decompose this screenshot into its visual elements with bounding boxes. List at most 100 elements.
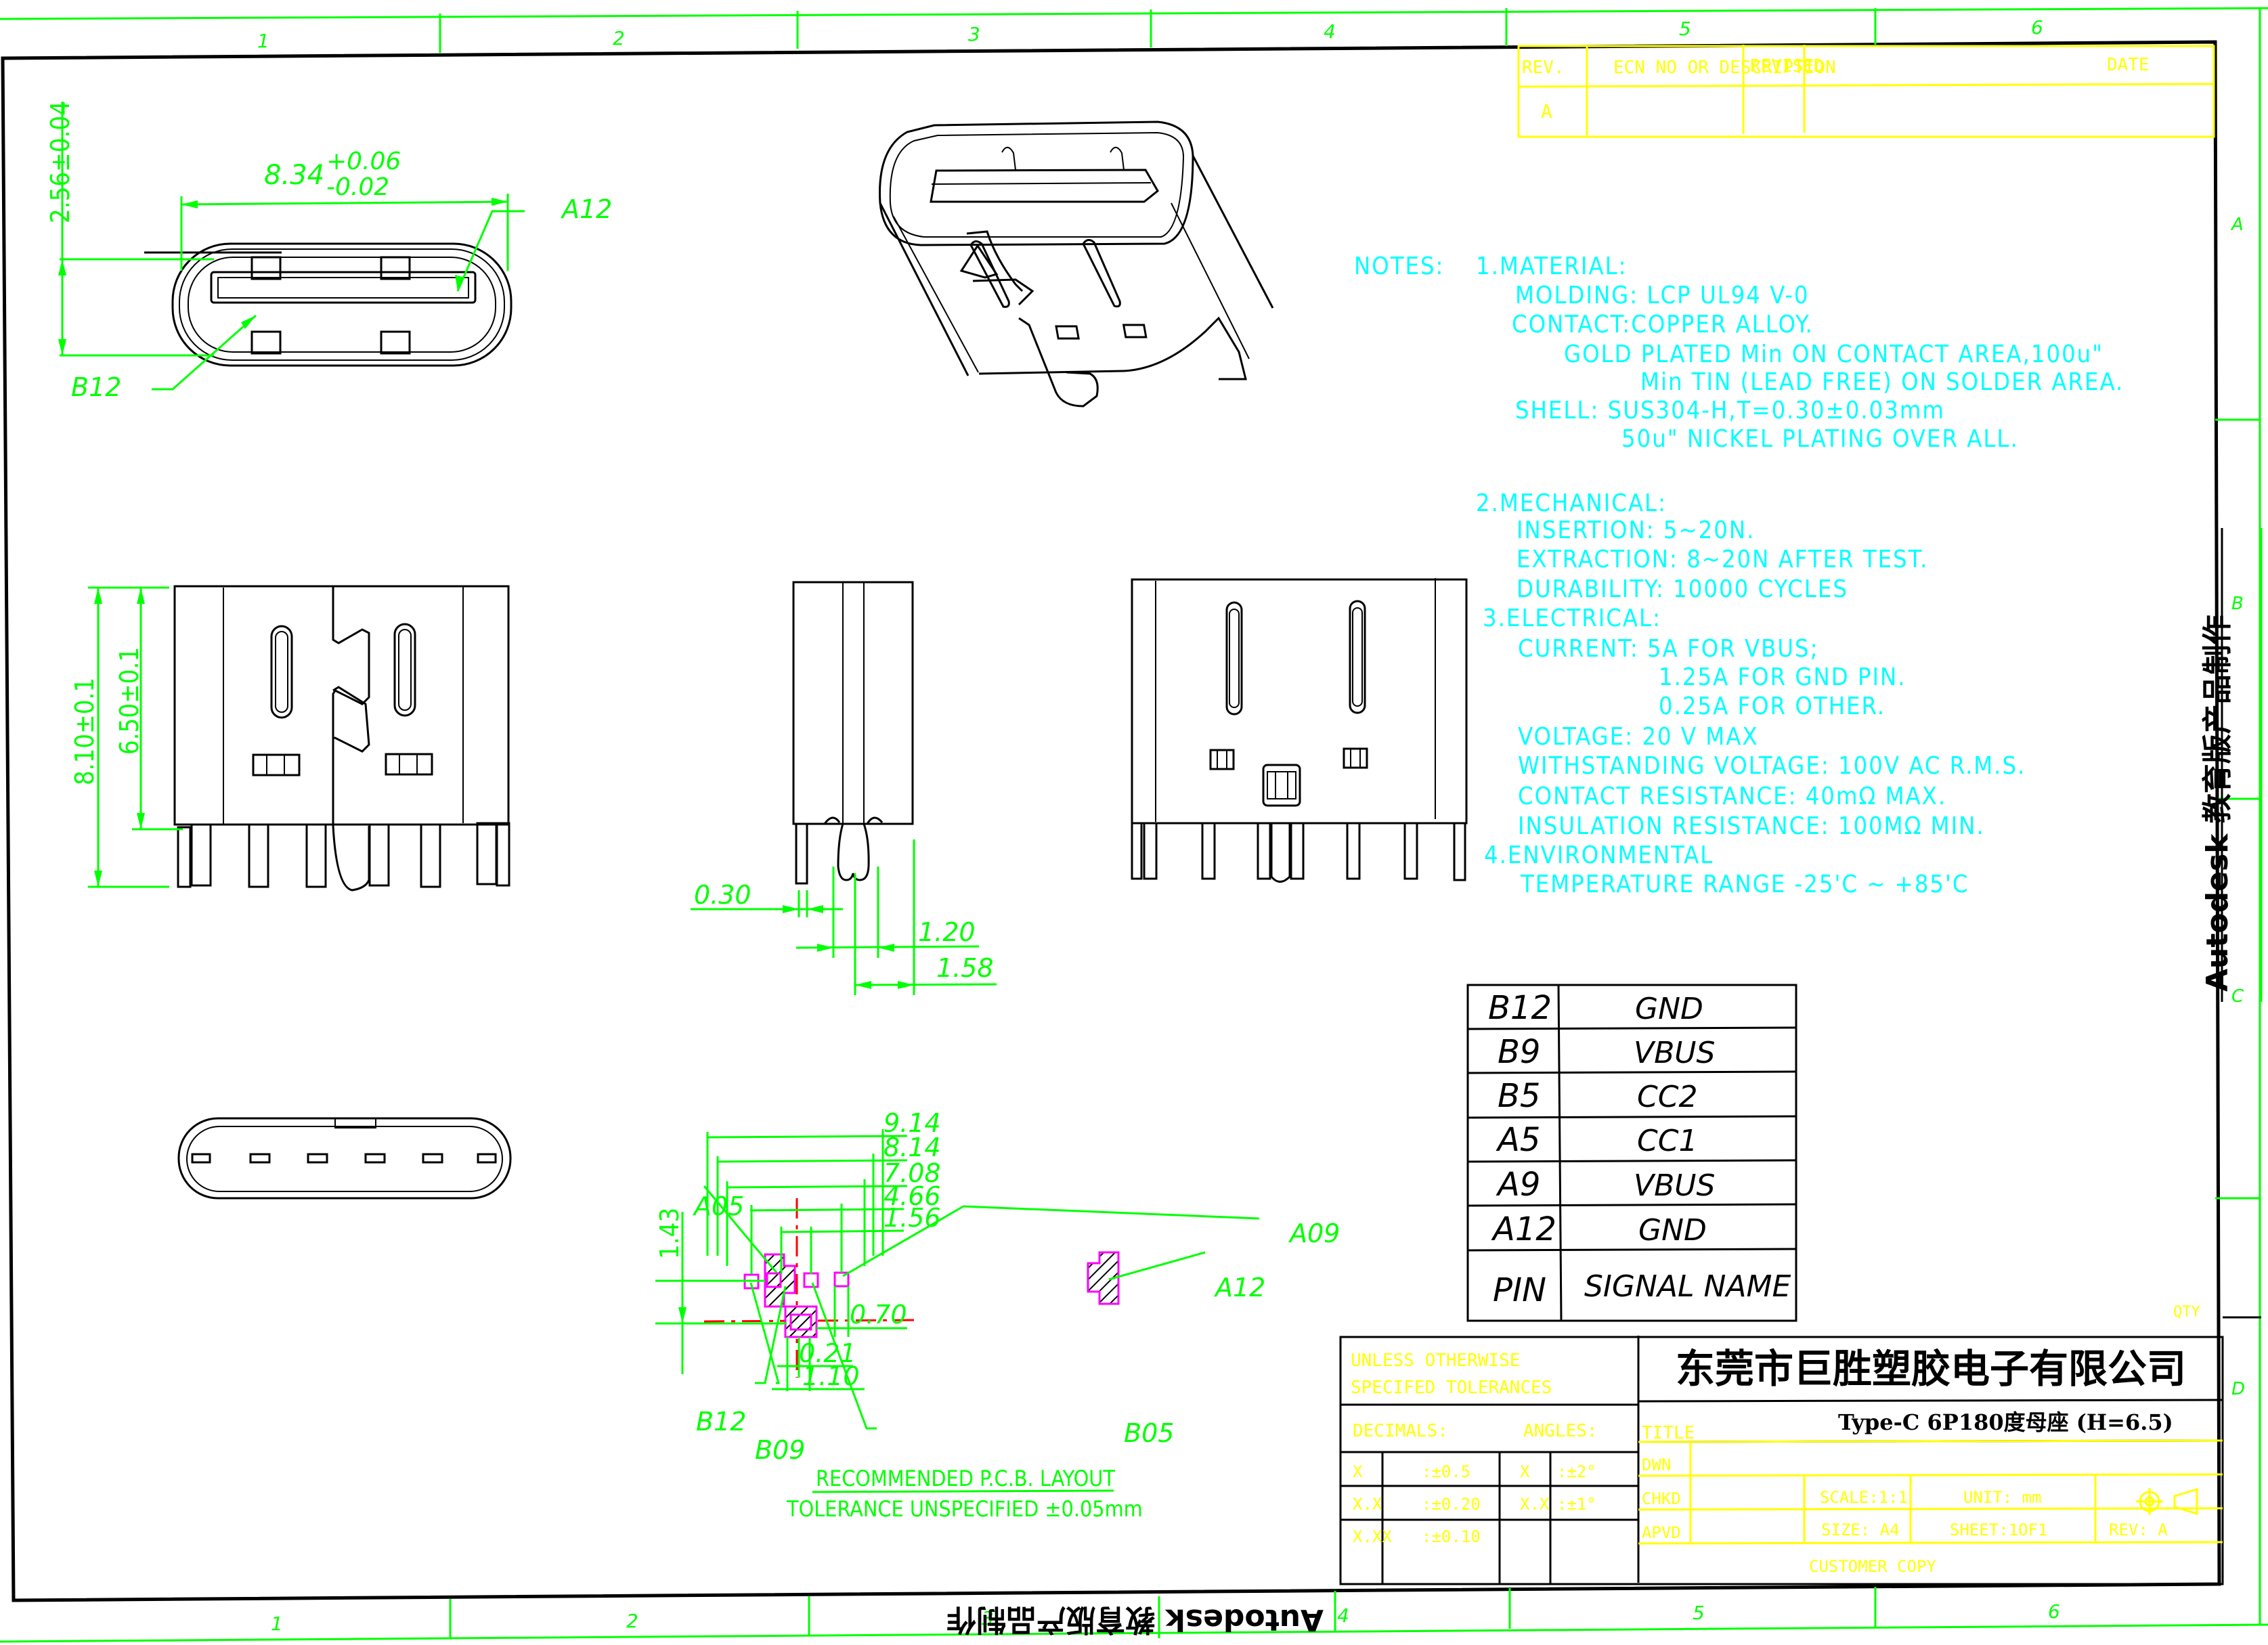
size-value: SIZE: A4 [1821, 1520, 1900, 1539]
callout-b12: B12 [71, 372, 121, 402]
signal-cell: VBUS [1634, 1168, 1715, 1203]
zone-label: 1 [271, 1613, 283, 1635]
dim-body-height: 6.50±0.1 [114, 647, 144, 755]
isometric-view [879, 120, 1274, 408]
dim-width-minus: -0.02 [326, 173, 389, 201]
dim-width-plus: +0.06 [326, 148, 401, 175]
note-line: CONTACT RESISTANCE: 40mΩ MAX. [1518, 783, 1946, 810]
note-line: 1.MATERIAL: [1476, 253, 1628, 280]
decimals-label: DECIMALS: [1353, 1421, 1448, 1441]
note-line: 4.ENVIRONMENTAL [1484, 841, 1714, 869]
dim-total-height: 8.10±0.1 [70, 678, 100, 785]
watermark-bottom: Autodesk 教育版产品制作 [946, 1596, 1324, 1638]
zone-label: 3 [968, 23, 980, 45]
tol-dec-val: :±0.20 [1422, 1495, 1481, 1514]
zone-label: 4 [1324, 20, 1336, 43]
note-line: SHELL: SUS304-H,T=0.30±0.03mm [1515, 397, 1945, 424]
pin-cell: A5 [1496, 1121, 1540, 1159]
zone-label: D [2231, 1379, 2245, 1399]
title-label: TITLE [1642, 1423, 1695, 1443]
notes: NOTES: 1.MATERIAL: MOLDING: LCP UL94 V-0… [1354, 253, 2124, 898]
note-line: TEMPERATURE RANGE -25'C ~ +85'C [1520, 871, 1969, 898]
note-line: 1.25A FOR GND PIN. [1659, 663, 1906, 691]
revision-table: REV. ECN NO OR DESCRIPTION REVISED DATE … [1517, 45, 2215, 138]
note-line: 3.ELECTRICAL: [1483, 605, 1661, 632]
tol-dec-val: :±0.10 [1422, 1527, 1481, 1546]
tolerance-heading: UNLESS OTHERWISE [1351, 1351, 1520, 1371]
note-line: 0.25A FOR OTHER. [1659, 693, 1885, 720]
note-line: VOLTAGE: 20 V MAX [1518, 723, 1759, 751]
note-line: 2.MECHANICAL: [1476, 489, 1667, 517]
note-line: Min TIN (LEAD FREE) ON SOLDER AREA. [1640, 368, 2124, 396]
side-view: 0.30 1.20 1.58 [691, 581, 997, 995]
watermark-text-side: Autodesk 教育版产品制作 [2200, 615, 2235, 992]
company-name: 东莞市巨胜塑胶电子有限公司 [1676, 1346, 2186, 1392]
pin-cell: B12 [1488, 989, 1552, 1027]
zone-label: 1 [257, 30, 269, 52]
callout-b09: B09 [755, 1435, 805, 1465]
dim-pcb-1-56: 1.56 [884, 1203, 941, 1233]
pad-b05 [803, 1272, 819, 1288]
zone-label: 2 [613, 27, 625, 49]
note-line: 50u" NICKEL PLATING OVER ALL. [1621, 425, 2019, 453]
zone-label: 5 [1693, 1602, 1705, 1624]
zone-label: 6 [2031, 16, 2043, 39]
tol-dec: X.X [1353, 1495, 1382, 1514]
signal-cell: CC2 [1637, 1080, 1697, 1114]
callout-a12-pcb: A12 [1213, 1273, 1265, 1302]
pin-header: PIN [1493, 1271, 1546, 1309]
callout-b12-pcb: B12 [696, 1407, 746, 1436]
chkd-label: CHKD [1642, 1489, 1681, 1508]
zone-label: 6 [2048, 1600, 2060, 1623]
rev-value: A [1541, 100, 1552, 123]
dim-width-main: 8.34 [264, 160, 324, 191]
note-line: WITHSTANDING VOLTAGE: 100V AC R.M.S. [1518, 752, 2026, 780]
pin-table: B12 GND B9 VBUS B5 CC2 A5 CC1 A9 VBUS A1… [1466, 984, 1797, 1322]
tol-dec: X.XX [1353, 1527, 1392, 1546]
note-line: INSERTION: 5~20N. [1517, 517, 1755, 544]
scale-value: SCALE:1:1 [1820, 1488, 1908, 1507]
rear-view: 8.10±0.1 6.50±0.1 [70, 585, 510, 892]
sheet-value: SHEET:1OF1 [1950, 1520, 2048, 1539]
zone-label: 4 [1337, 1604, 1349, 1627]
apvd-label: APVD [1642, 1523, 1681, 1542]
zone-label: A [2230, 215, 2244, 235]
pcb-layout-title: RECOMMENDED P.C.B. LAYOUT [816, 1466, 1115, 1491]
front-view [1131, 578, 1468, 883]
rev-header-date: DATE [2107, 55, 2150, 75]
callout-b05: B05 [1124, 1418, 1174, 1448]
note-line: CONTACT:COPPER ALLOY. [1512, 311, 1814, 338]
title-block: QTY UNLESS OTHERWISE SPECIFED TOLERANCES… [1339, 1304, 2261, 1585]
zone-label: B [2231, 594, 2244, 614]
note-line: MOLDING: LCP UL94 V-0 [1515, 282, 1810, 309]
dwn-label: DWN [1642, 1455, 1671, 1474]
tol-ang-val: :±2° [1557, 1462, 1596, 1481]
angles-label: ANGLES: [1523, 1421, 1598, 1441]
note-line: EXTRACTION: 8~20N AFTER TEST. [1517, 546, 1928, 573]
pcb-layout: 9.14 8.14 7.08 4.66 1.56 1.43 0.70 0.21 … [655, 1108, 1340, 1522]
callout-a12: A12 [560, 194, 612, 224]
zone-label: 2 [626, 1610, 638, 1632]
tol-dec-val: :±0.5 [1422, 1462, 1470, 1481]
front-face-view: 8.34 +0.06 -0.02 2.56±0.04 A12 B12 [45, 101, 612, 402]
note-line: DURABILITY: 10000 CYCLES [1517, 575, 1848, 603]
tol-ang: X.X [1520, 1495, 1550, 1514]
notes-label: NOTES: [1354, 253, 1444, 280]
dim-thickness: 0.30 [694, 880, 751, 910]
pin-cell: B9 [1498, 1033, 1540, 1071]
tol-ang: X [1520, 1462, 1530, 1481]
pin-cell: A12 [1491, 1210, 1556, 1248]
signal-cell: GND [1638, 1213, 1707, 1248]
third-angle-projection-icon [2136, 1487, 2198, 1516]
tol-dec: X [1353, 1462, 1363, 1481]
callout-a09: A09 [1288, 1219, 1340, 1248]
drawing-sheet: 1 2 3 4 5 6 1 2 3 4 5 6 A B C D REV. ECN… [0, 7, 2268, 1643]
dim-pin-span: 1.20 [918, 917, 976, 947]
rev-value-tb: REV: A [2109, 1520, 2168, 1539]
pcb-tolerance-note: TOLERANCE UNSPECIFIED ±0.05mm [786, 1496, 1143, 1522]
signal-cell: CC1 [1637, 1124, 1697, 1158]
callout-a05: A05 [692, 1191, 744, 1221]
note-line: INSULATION RESISTANCE: 100MΩ MIN. [1518, 812, 1985, 840]
dim-offset: 1.58 [936, 953, 994, 983]
signal-cell: VBUS [1634, 1036, 1715, 1070]
